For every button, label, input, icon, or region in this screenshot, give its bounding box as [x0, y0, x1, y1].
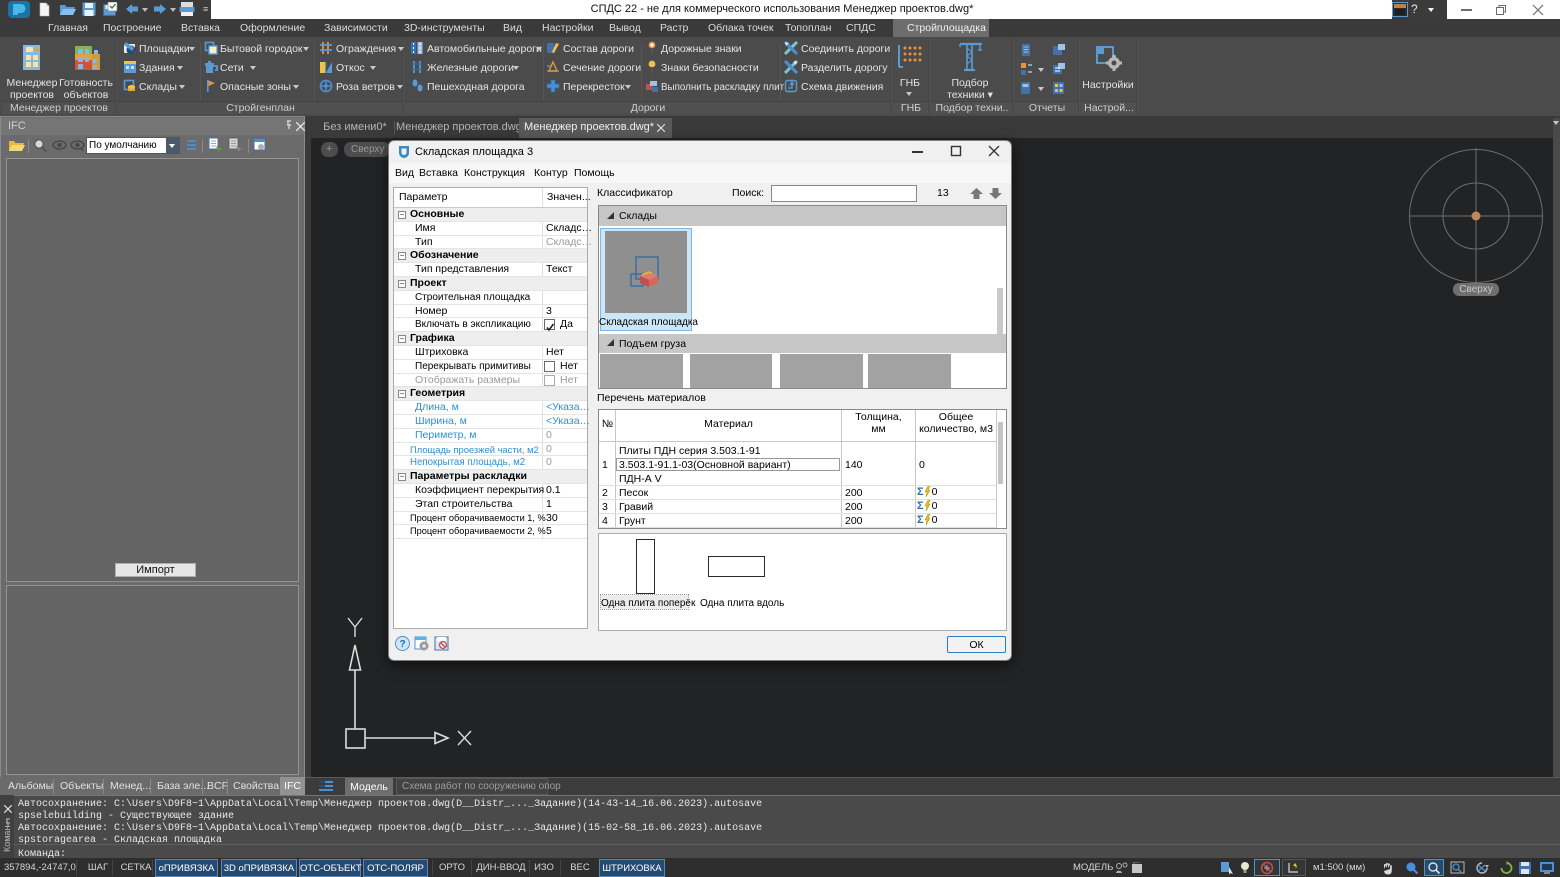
svg-text:?: ?: [399, 639, 405, 650]
